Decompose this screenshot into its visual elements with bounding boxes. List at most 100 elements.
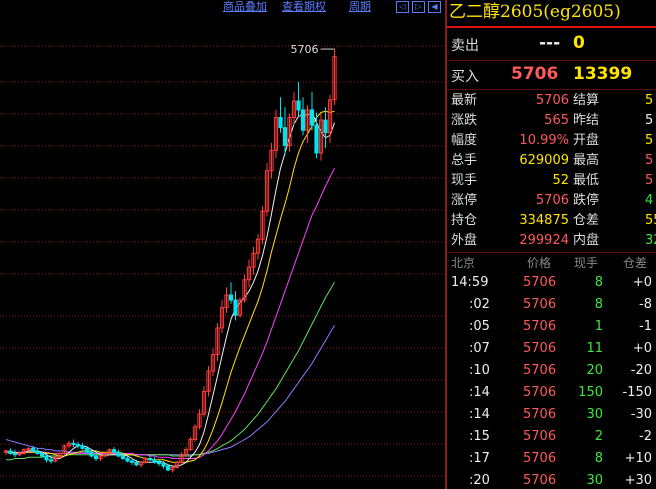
kline-chart-pane[interactable]: 商品叠加 查看期权 周期 ◁ ▷ ◀ 5706: [0, 0, 445, 489]
stat-label: 跌停: [573, 193, 600, 208]
stat-value: 334875: [519, 213, 569, 228]
candle-body-down: [152, 459, 157, 463]
ask-volume: 0: [573, 33, 585, 53]
stat-label: 幅度: [451, 133, 478, 148]
stat-row: 幅度 10.99% 开盘 5: [447, 131, 656, 151]
stat-value: 10.99%: [519, 133, 569, 148]
candle-body-down: [278, 117, 283, 129]
candle-body-down: [30, 447, 36, 452]
stat-row: 最新 5706 结算 5: [447, 91, 656, 111]
stat-label: 昨结: [573, 113, 600, 128]
stat-value: 565: [544, 113, 569, 128]
ask-row: 卖出 --- 0: [447, 29, 656, 59]
stat-row: 涨停 5706 跌停 4: [447, 191, 656, 211]
stat-label: 涨跌: [451, 113, 478, 128]
candle-body-down: [120, 455, 126, 460]
tick-time: :14: [469, 407, 490, 422]
tick-oi: -20: [630, 363, 652, 378]
title-underline: [447, 26, 656, 28]
candle-body-down: [93, 455, 99, 460]
stat-value: 5: [645, 173, 654, 188]
stat-label: 涨停: [451, 193, 478, 208]
tick-volume: 2: [594, 429, 603, 444]
stat-row: 外盘 299924 内盘 329: [447, 231, 656, 251]
ticks-header-oi: 仓差: [623, 256, 648, 270]
stat-value: 5: [645, 113, 654, 128]
tick-row: :14 5706 150 -150: [447, 382, 656, 404]
ma10-line: [6, 110, 335, 463]
tick-oi: -2: [639, 429, 652, 444]
tick-row: 14:59 5706 8 +0: [447, 272, 656, 294]
tick-price: 5706: [523, 429, 557, 444]
stat-row: 总手 629009 最高 5: [447, 151, 656, 171]
bid-volume: 13399: [573, 64, 633, 84]
ticks-header-volume: 现手: [574, 256, 599, 270]
stat-row: 持仓 334875 仓差 55: [447, 211, 656, 231]
tick-oi: +0: [632, 275, 652, 290]
tick-volume: 8: [594, 275, 603, 290]
tick-price: 5706: [523, 319, 557, 334]
stat-value: 55: [645, 213, 656, 228]
tick-volume: 8: [594, 297, 603, 312]
stat-label: 总手: [451, 153, 478, 168]
tick-time: :15: [469, 429, 490, 444]
tick-row: :02 5706 8 -8: [447, 294, 656, 316]
stat-value: 52: [552, 173, 569, 188]
stat-label: 外盘: [451, 233, 478, 248]
candle-body-down: [75, 444, 81, 447]
stat-label: 持仓: [451, 213, 478, 228]
candle-body-down: [8, 450, 13, 454]
stat-label: 最高: [573, 153, 600, 168]
bid-row: 买入 5706 13399: [447, 60, 656, 90]
tick-oi: +0: [632, 341, 652, 356]
quote-panel: 乙二醇2605(eg2605) 卖出 --- 0 买入 5706 13399 最…: [447, 0, 656, 489]
tick-price: 5706: [523, 341, 557, 356]
tick-price: 5706: [523, 275, 557, 290]
stat-value: 5: [645, 153, 654, 168]
candle-body-down: [111, 449, 117, 453]
candle-body-down: [228, 294, 234, 301]
candle-body-down: [323, 119, 328, 134]
candle-body-down: [129, 460, 135, 463]
divider-line: [447, 252, 656, 253]
tick-price: 5706: [523, 451, 557, 466]
candle-body-down: [71, 442, 76, 446]
tick-time: :02: [469, 297, 490, 312]
stat-label: 结算: [573, 93, 600, 108]
stat-row: 现手 52 最低 5: [447, 171, 656, 191]
ask-price: ---: [539, 33, 561, 53]
tick-price: 5706: [523, 297, 557, 312]
stat-value: 629009: [519, 153, 569, 168]
tick-volume: 11: [586, 341, 603, 356]
candle-body-down: [39, 452, 45, 457]
bid-label: 买入: [451, 69, 479, 85]
tick-row: :05 5706 1 -1: [447, 316, 656, 338]
tick-price: 5706: [523, 363, 557, 378]
tick-oi: -30: [630, 407, 652, 422]
high-price-label: 5706: [291, 43, 319, 56]
tick-volume: 150: [578, 385, 603, 400]
stat-value: 329: [645, 233, 656, 248]
stat-row: 涨跌 565 昨结 5: [447, 111, 656, 131]
tick-time: :17: [469, 451, 490, 466]
candle-body-down: [44, 455, 49, 461]
candle-body-down: [125, 458, 130, 462]
candle-body-down: [314, 124, 319, 154]
stat-value: 5: [645, 133, 654, 148]
stat-value: 5706: [535, 93, 569, 108]
tick-oi: -1: [639, 319, 652, 334]
candle-body-down: [282, 127, 288, 146]
stat-value: 5706: [535, 193, 569, 208]
tick-oi: +30: [624, 473, 652, 488]
tick-row: :10 5706 20 -20: [447, 360, 656, 382]
tick-row: :17 5706 8 +10: [447, 448, 656, 470]
tick-row: :20 5706 30 +30: [447, 470, 656, 489]
ask-label: 卖出: [451, 38, 479, 54]
tick-time: :10: [469, 363, 490, 378]
candlestick-chart[interactable]: 5706: [0, 0, 445, 489]
tick-oi: +10: [624, 451, 652, 466]
tick-row: :15 5706 2 -2: [447, 426, 656, 448]
candle-body-down: [296, 100, 301, 111]
candle-body-down: [84, 447, 90, 453]
ticks-header-time: 北京: [451, 256, 476, 270]
